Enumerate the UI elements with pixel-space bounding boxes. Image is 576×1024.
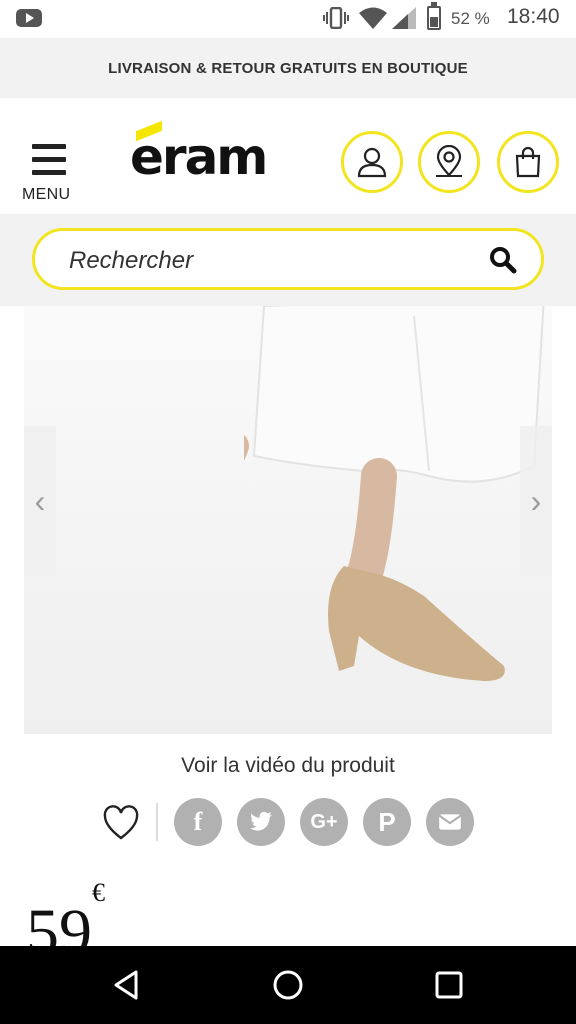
youtube-icon	[16, 9, 42, 27]
price-currency: €	[92, 878, 105, 907]
clock: 18:40	[507, 5, 560, 28]
status-bar: 52 % 18:40	[0, 0, 576, 38]
google-plus-share-button[interactable]: G+	[300, 798, 348, 846]
mail-icon	[438, 814, 462, 830]
menu-button[interactable]: MENU	[22, 144, 78, 206]
search-icon[interactable]	[489, 246, 517, 274]
carousel-next-button[interactable]: ›	[520, 426, 552, 576]
android-navigation-bar	[0, 946, 576, 1024]
pinterest-icon: P	[378, 806, 396, 837]
chevron-left-icon: ‹	[34, 482, 46, 519]
home-icon[interactable]	[271, 968, 305, 1002]
pinterest-share-button[interactable]: P	[363, 798, 411, 846]
product-photo	[244, 306, 545, 681]
google-plus-icon: G+	[310, 810, 338, 833]
battery-percent: 52 %	[451, 9, 490, 28]
twitter-share-button[interactable]	[237, 798, 285, 846]
store-locator-icon	[436, 145, 462, 177]
wifi-icon	[359, 7, 387, 29]
product-video-link[interactable]: Voir la vidéo du produit	[0, 754, 576, 778]
promo-banner[interactable]: LIVRAISON & RETOUR GRATUITS EN BOUTIQUE	[0, 38, 576, 98]
search-bar-container: Rechercher	[0, 214, 576, 306]
share-divider	[156, 803, 158, 841]
battery-icon	[427, 2, 441, 30]
signal-icon	[392, 7, 416, 29]
back-icon[interactable]	[110, 968, 144, 1002]
search-placeholder: Rechercher	[69, 247, 194, 274]
email-share-button[interactable]	[426, 798, 474, 846]
product-image-carousel[interactable]: ‹ ›	[24, 306, 552, 734]
logo-text: eram	[130, 128, 268, 186]
menu-label: MENU	[22, 186, 71, 203]
account-button[interactable]	[341, 131, 403, 193]
share-row: f G+ P	[0, 798, 576, 848]
carousel-prev-button[interactable]: ‹	[24, 426, 56, 576]
cart-button[interactable]	[497, 131, 559, 193]
facebook-icon: f	[193, 807, 203, 836]
search-input[interactable]: Rechercher	[32, 228, 544, 290]
shopping-bag-icon	[515, 146, 541, 178]
chevron-right-icon: ›	[530, 482, 542, 519]
twitter-icon	[250, 811, 272, 831]
header: MENU eram	[0, 98, 576, 214]
facebook-share-button[interactable]: f	[174, 798, 222, 846]
account-icon	[357, 147, 387, 178]
recent-apps-icon[interactable]	[432, 968, 466, 1002]
store-locator-button[interactable]	[418, 131, 480, 193]
vibrate-icon	[323, 7, 349, 29]
screen: { "status_bar": { "battery_percent": "52…	[0, 0, 576, 1024]
hamburger-icon	[32, 144, 66, 183]
heart-icon[interactable]	[101, 804, 141, 842]
